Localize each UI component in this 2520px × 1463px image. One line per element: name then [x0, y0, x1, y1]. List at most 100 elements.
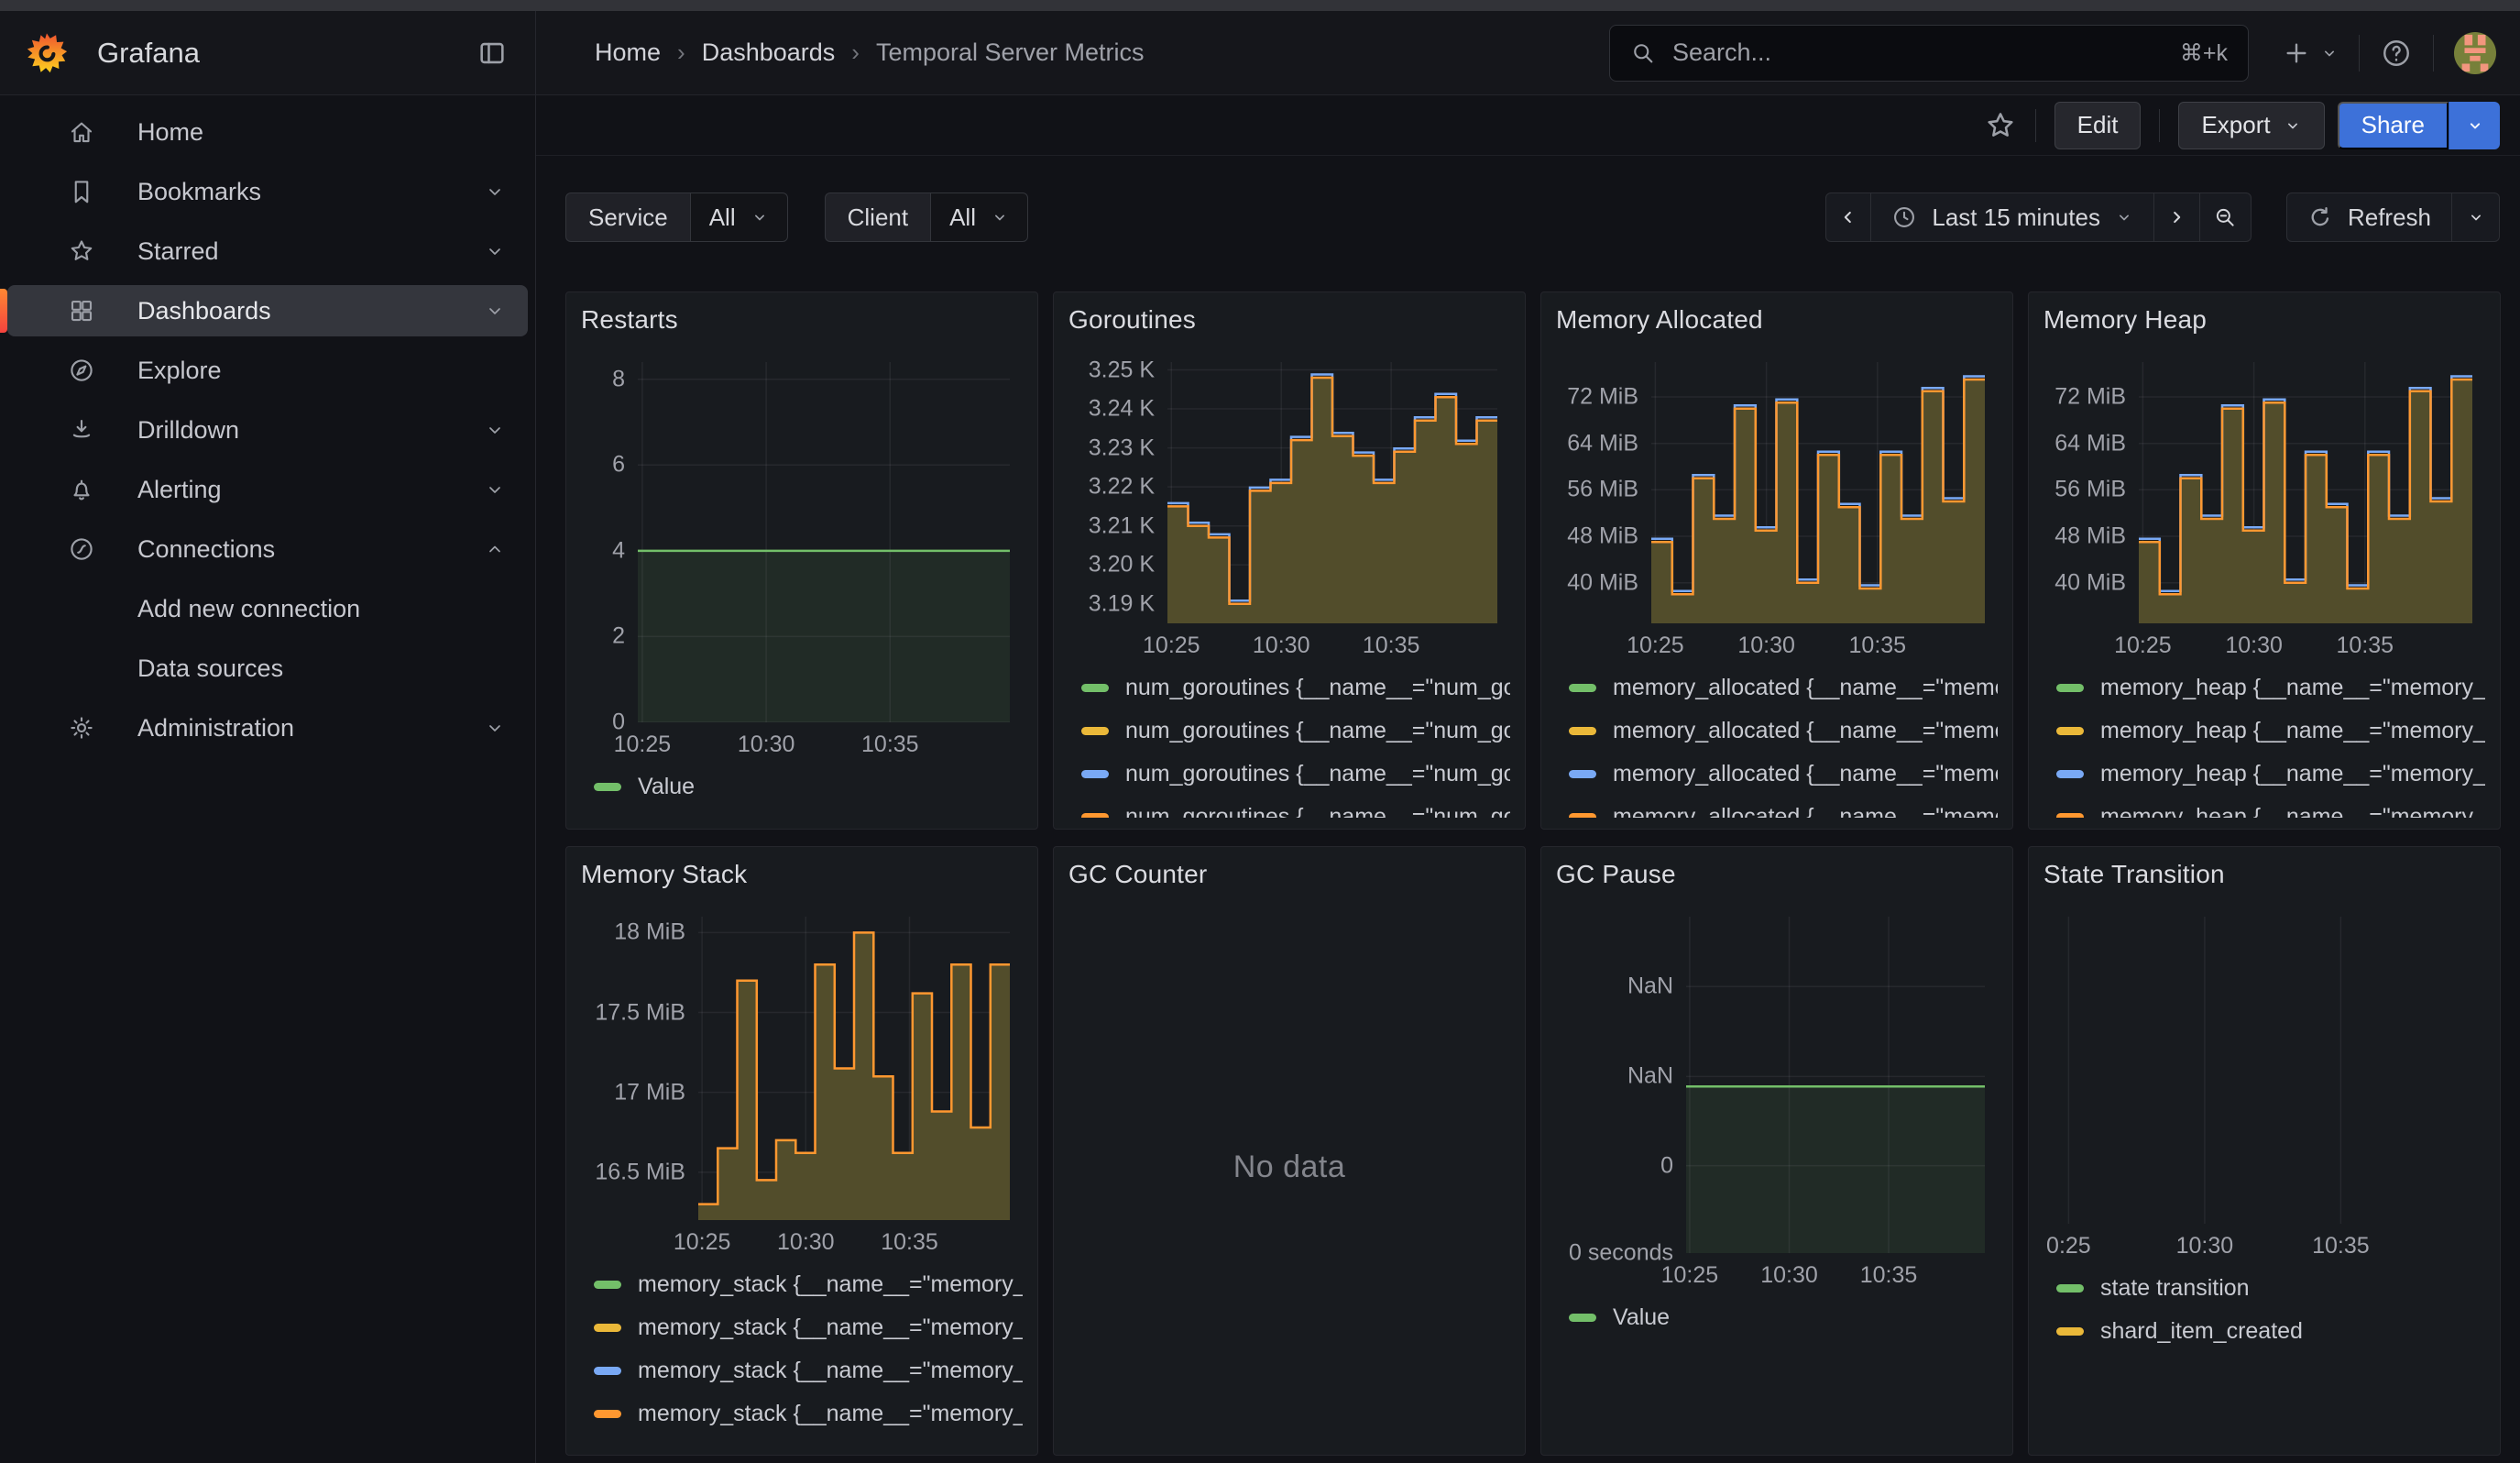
user-avatar[interactable] — [2454, 32, 2496, 74]
sidebar-toggle-icon[interactable] — [477, 38, 508, 69]
y-axis-labels: 72 MiB64 MiB56 MiB48 MiB40 MiB — [2043, 362, 2139, 623]
legend-label: memory_heap {__name__="memory_h — [2100, 718, 2485, 744]
y-axis-tick: 18 MiB — [614, 919, 685, 946]
sidebar-item-label: Drilldown — [137, 416, 239, 445]
x-axis-tick: 10:25 — [1627, 632, 1684, 659]
legend-item[interactable]: memory_allocated {__name__="memo — [1569, 675, 1998, 701]
help-icon[interactable] — [2380, 37, 2413, 70]
sidebar-item-dashboards[interactable]: Dashboards — [7, 285, 528, 336]
panel-title[interactable]: Memory Heap — [2043, 303, 2485, 336]
y-axis-tick: 56 MiB — [1567, 477, 1638, 503]
sidebar-item-explore[interactable]: Explore — [7, 345, 528, 396]
chart-canvas[interactable] — [1167, 362, 1497, 623]
legend-item[interactable]: Value — [594, 774, 1023, 800]
time-shift-back-button[interactable] — [1825, 192, 1871, 242]
chart-plot-area[interactable]: 72 MiB64 MiB56 MiB48 MiB40 MiB — [2043, 362, 2485, 623]
legend-label: num_goroutines {__name__="num_go — [1125, 675, 1510, 701]
legend-item[interactable]: memory_stack {__name__="memory_s — [594, 1401, 1023, 1427]
sidebar-item-bookmarks[interactable]: Bookmarks — [7, 166, 528, 217]
panel-title[interactable]: Restarts — [581, 303, 1023, 336]
legend-item[interactable]: num_goroutines {__name__="num_go — [1081, 761, 1510, 787]
star-dashboard-icon[interactable] — [1984, 109, 2017, 142]
time-range-picker-button[interactable]: Last 15 minutes — [1871, 192, 2154, 242]
legend-item[interactable]: memory_heap {__name__="memory_h — [2056, 675, 2485, 701]
legend-item[interactable]: memory_allocated {__name__="memo — [1569, 718, 1998, 744]
x-axis-labels: 10:2510:3010:35 — [2043, 623, 2485, 660]
time-shift-forward-button[interactable] — [2154, 192, 2200, 242]
panel-body: 8642010:2510:3010:35Value — [581, 336, 1023, 818]
sidebar-item-starred[interactable]: Starred — [7, 226, 528, 277]
chart-plot-area[interactable]: 86420 — [581, 362, 1023, 722]
legend-item[interactable]: memory_heap {__name__="memory_h — [2056, 761, 2485, 787]
x-axis-labels: 10:2510:3010:35 — [1068, 623, 1510, 660]
legend-item[interactable]: num_goroutines {__name__="num_go — [1081, 675, 1510, 701]
panel-title[interactable]: State Transition — [2043, 858, 2485, 891]
chart-canvas[interactable] — [1651, 362, 1985, 623]
share-options-button[interactable] — [2449, 102, 2500, 149]
dashboard-panel-grid: Restarts8642010:2510:3010:35ValueGorouti… — [565, 292, 2502, 1456]
star-icon — [68, 237, 97, 265]
legend-item[interactable]: memory_stack {__name__="memory_s — [594, 1358, 1023, 1384]
sidebar-item-drilldown[interactable]: Drilldown — [7, 404, 528, 456]
legend-item[interactable]: memory_heap {__name__="memory_h — [2056, 718, 2485, 744]
legend-item[interactable]: memory_stack {__name__="memory_s — [594, 1314, 1023, 1341]
legend-label: state transition — [2100, 1275, 2250, 1302]
sidebar-item-alerting[interactable]: Alerting — [7, 464, 528, 515]
zoom-out-button[interactable] — [2200, 192, 2252, 242]
search-input[interactable] — [1672, 38, 2180, 67]
chart-plot-area[interactable]: 3.25 K3.24 K3.23 K3.22 K3.21 K3.20 K3.19… — [1068, 362, 1510, 623]
refresh-interval-button[interactable] — [2452, 192, 2500, 242]
service-filter-dropdown[interactable]: All — [690, 192, 788, 242]
legend-item[interactable]: shard_item_created — [2056, 1318, 2485, 1345]
refresh-button[interactable]: Refresh — [2286, 192, 2452, 242]
sidebar-item-label: Dashboards — [137, 297, 271, 325]
panel-title[interactable]: Memory Allocated — [1556, 303, 1998, 336]
legend-item[interactable]: memory_stack {__name__="memory_s — [594, 1271, 1023, 1298]
brand-name: Grafana — [97, 37, 200, 70]
chart-canvas[interactable] — [698, 917, 1010, 1220]
legend-item[interactable]: num_goroutines {__name__="num_go — [1081, 804, 1510, 818]
legend-item[interactable]: state transition — [2056, 1275, 2485, 1302]
panel-title[interactable]: GC Pause — [1556, 858, 1998, 891]
legend-item[interactable]: memory_allocated {__name__="memo — [1569, 761, 1998, 787]
share-button[interactable]: Share — [2338, 102, 2449, 149]
chevron-down-icon — [2115, 208, 2133, 226]
breadcrumb-dashboards[interactable]: Dashboards — [702, 38, 836, 67]
panel-title[interactable]: GC Counter — [1068, 858, 1510, 891]
panel-title[interactable]: Memory Stack — [581, 858, 1023, 891]
y-axis-tick: 3.20 K — [1089, 552, 1155, 578]
breadcrumb-separator-icon: › — [677, 38, 685, 67]
edit-button[interactable]: Edit — [2054, 102, 2142, 149]
legend-item[interactable]: memory_allocated {__name__="memo — [1569, 804, 1998, 818]
panel-goroutines: Goroutines 3.25 K3.24 K3.23 K3.22 K3.21 K… — [1053, 292, 1526, 830]
chart-canvas[interactable] — [638, 362, 1010, 722]
chart-canvas[interactable] — [2064, 917, 2472, 1224]
panel-body: 0:2510:3010:35state transitionshard_item… — [2043, 891, 2485, 1444]
search-input-container[interactable]: ⌘+k — [1609, 25, 2249, 82]
chart-plot-area[interactable]: 18 MiB17.5 MiB17 MiB16.5 MiB — [581, 917, 1023, 1220]
export-button[interactable]: Export — [2178, 102, 2324, 149]
chart-plot-area[interactable]: 72 MiB64 MiB56 MiB48 MiB40 MiB — [1556, 362, 1998, 623]
legend-item[interactable]: memory_heap {__name__="memory_h — [2056, 804, 2485, 818]
chart-plot-area[interactable] — [2043, 917, 2485, 1224]
sidebar-item-data-sources[interactable]: Data sources — [7, 643, 528, 694]
legend-swatch — [1081, 727, 1109, 735]
client-filter-dropdown[interactable]: All — [930, 192, 1028, 242]
x-axis-tick: 10:35 — [1849, 632, 1907, 659]
new-item-button[interactable] — [2282, 38, 2339, 68]
panel-title[interactable]: Goroutines — [1068, 303, 1510, 336]
chart-canvas[interactable] — [1686, 917, 1985, 1253]
legend-label: Value — [638, 774, 695, 800]
breadcrumb-home[interactable]: Home — [595, 38, 661, 67]
home-icon — [68, 118, 97, 146]
legend-swatch — [2056, 684, 2084, 692]
legend-item[interactable]: Value — [1569, 1304, 1998, 1331]
sidebar-item-home[interactable]: Home — [7, 106, 528, 158]
sidebar-item-add-new-connection[interactable]: Add new connection — [7, 583, 528, 634]
sidebar-item-administration[interactable]: Administration — [7, 702, 528, 754]
y-axis-labels: 3.25 K3.24 K3.23 K3.22 K3.21 K3.20 K3.19… — [1068, 362, 1167, 623]
legend-item[interactable]: num_goroutines {__name__="num_go — [1081, 718, 1510, 744]
chart-canvas[interactable] — [2139, 362, 2472, 623]
chart-plot-area[interactable]: NaNNaN00 seconds — [1556, 917, 1998, 1253]
sidebar-item-connections[interactable]: Connections — [7, 523, 528, 575]
